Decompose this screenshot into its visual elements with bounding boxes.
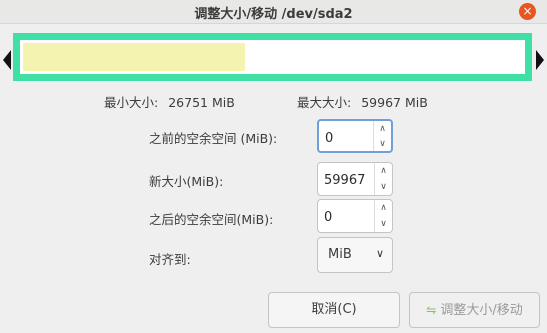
resize-icon: ⇋ xyxy=(426,303,437,317)
partition-visualizer[interactable] xyxy=(0,27,547,87)
min-size-value: 26751 MiB xyxy=(168,95,235,110)
partition-bar[interactable] xyxy=(13,33,532,81)
decrement-icon[interactable]: ∨ xyxy=(375,179,392,195)
cancel-button[interactable]: 取消(C) xyxy=(268,292,400,328)
new-size-input[interactable] xyxy=(324,170,372,190)
free-after-label: 之后的空余空间(MiB): xyxy=(149,212,274,227)
free-before-spinner[interactable]: ∧ ∨ xyxy=(317,119,393,153)
increment-icon[interactable]: ∧ xyxy=(375,200,392,216)
left-resize-handle-icon[interactable] xyxy=(3,50,11,70)
max-size-info: 最大大小: 59967 MiB xyxy=(297,92,428,111)
increment-icon[interactable]: ∧ xyxy=(375,163,392,179)
close-icon[interactable]: × xyxy=(519,3,536,20)
align-label: 对齐到: xyxy=(149,252,191,267)
decrement-icon[interactable]: ∨ xyxy=(374,136,391,151)
right-resize-handle-icon[interactable] xyxy=(536,50,544,70)
resize-move-button[interactable]: ⇋ 调整大小/移动 xyxy=(409,292,540,328)
free-before-label: 之前的空余空间 (MiB): xyxy=(149,131,278,146)
new-size-spinner[interactable]: ∧ ∨ xyxy=(317,162,393,196)
resize-move-label: 调整大小/移动 xyxy=(440,303,523,318)
chevron-down-icon: ∨ xyxy=(375,247,384,260)
increment-icon[interactable]: ∧ xyxy=(374,121,391,136)
partition-used-fill xyxy=(23,43,246,71)
free-after-input[interactable] xyxy=(324,207,372,227)
free-after-spinner[interactable]: ∧ ∨ xyxy=(317,199,393,233)
new-size-stepper[interactable]: ∧ ∨ xyxy=(374,163,392,195)
free-before-input[interactable] xyxy=(325,128,373,148)
align-select[interactable]: MiB ∨ xyxy=(317,237,393,273)
align-selected-value: MiB xyxy=(328,247,352,262)
min-size-label: 最小大小: xyxy=(104,95,159,110)
new-size-label: 新大小(MiB): xyxy=(149,174,224,189)
window-title: 调整大小/移动 /dev/sda2 xyxy=(194,7,353,22)
title-bar: 调整大小/移动 /dev/sda2 × xyxy=(0,0,547,24)
min-size-info: 最小大小: 26751 MiB xyxy=(104,92,235,111)
free-before-stepper[interactable]: ∧ ∨ xyxy=(373,121,391,151)
max-size-label: 最大大小: xyxy=(297,95,352,110)
max-size-value: 59967 MiB xyxy=(361,95,428,110)
decrement-icon[interactable]: ∨ xyxy=(375,216,392,232)
free-after-stepper[interactable]: ∧ ∨ xyxy=(374,200,392,232)
